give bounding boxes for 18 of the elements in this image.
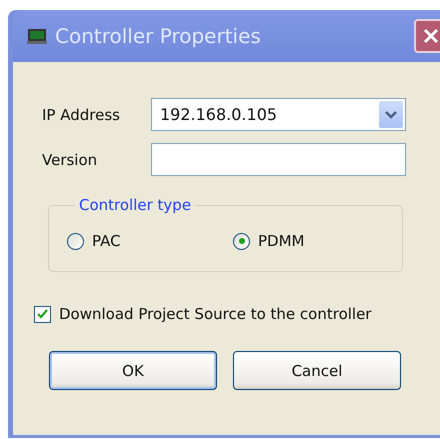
monitor-icon (27, 28, 47, 44)
field-label: Version (42, 150, 98, 168)
ip-address-combo[interactable]: 192.168.0.105 (151, 98, 406, 131)
field-label: IP Address (42, 106, 121, 124)
radio-icon[interactable] (233, 232, 250, 250)
download-checkbox[interactable]: Download Project Source to the controller (34, 305, 440, 323)
ok-button[interactable]: OK (49, 351, 217, 390)
window-title: Controller Properties (55, 24, 262, 48)
radio-option[interactable]: PDMM (233, 232, 399, 250)
close-button[interactable] (414, 19, 440, 53)
version-field[interactable] (151, 143, 406, 176)
radio-icon[interactable] (67, 232, 84, 250)
group-title: Controller type (78, 196, 192, 214)
cancel-button[interactable]: Cancel (233, 351, 401, 390)
dropdown-icon[interactable] (379, 101, 403, 128)
close-icon[interactable] (422, 27, 440, 45)
checkbox-icon[interactable] (34, 306, 51, 322)
radio-option[interactable]: PAC (67, 232, 233, 250)
